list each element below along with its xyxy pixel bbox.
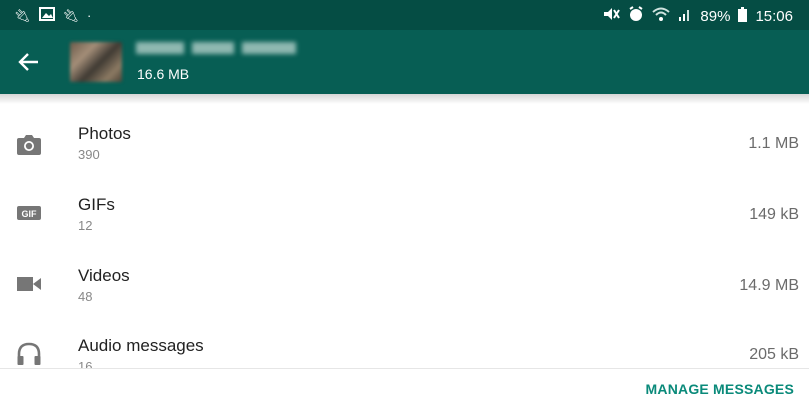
item-size: 149 kB (749, 206, 799, 223)
item-size: 14.9 MB (739, 277, 799, 294)
divider (0, 368, 809, 369)
status-left-icons: 🔌︎ 🔌︎ · (14, 7, 91, 25)
item-count: 16 (78, 359, 93, 368)
item-count: 48 (78, 289, 93, 304)
list-item-photos[interactable]: Photos 390 1.1 MB (0, 105, 809, 175)
item-label: GIFs (78, 195, 115, 214)
status-bar: 🔌︎ 🔌︎ · 89% 15:06 (0, 0, 809, 30)
list-item-gifs[interactable]: GIF GIFs 12 149 kB (0, 176, 809, 246)
item-count: 390 (78, 147, 100, 162)
image-icon (38, 7, 55, 25)
avatar[interactable] (70, 42, 122, 82)
status-right-icons: 89% 15:06 (602, 6, 793, 26)
arrow-left-icon[interactable] (16, 50, 42, 74)
headphones-icon (16, 342, 42, 365)
contact-name-blurred (136, 42, 296, 54)
manage-messages-button[interactable]: MANAGE MESSAGES (646, 381, 794, 397)
list-item-audio-messages[interactable]: Audio messages 16 205 kB (0, 318, 809, 368)
list-item-videos[interactable]: Videos 48 14.9 MB (0, 247, 809, 317)
clock: 15:06 (755, 7, 793, 25)
item-count: 12 (78, 218, 93, 233)
mute-icon (602, 6, 621, 26)
item-label: Photos (78, 124, 131, 143)
signal-icon (678, 7, 692, 25)
alarm-icon (628, 6, 644, 26)
item-label: Audio messages (78, 336, 204, 355)
usb-icon: 🔌︎ (62, 8, 80, 23)
camera-icon (16, 134, 42, 156)
total-size: 16.6 MB (137, 66, 190, 82)
dot-icon: · (87, 8, 92, 23)
battery-icon (738, 6, 748, 26)
svg-text:GIF: GIF (22, 209, 38, 219)
video-icon (16, 275, 42, 297)
gif-icon: GIF (16, 205, 42, 227)
item-label: Videos (78, 266, 130, 285)
wifi-icon (652, 6, 671, 26)
usb-icon: 🔌︎ (14, 8, 31, 23)
item-size: 1.1 MB (748, 135, 799, 152)
battery-percentage: 89% (700, 7, 731, 25)
item-size: 205 kB (749, 346, 799, 363)
app-bar-shadow (0, 94, 809, 104)
